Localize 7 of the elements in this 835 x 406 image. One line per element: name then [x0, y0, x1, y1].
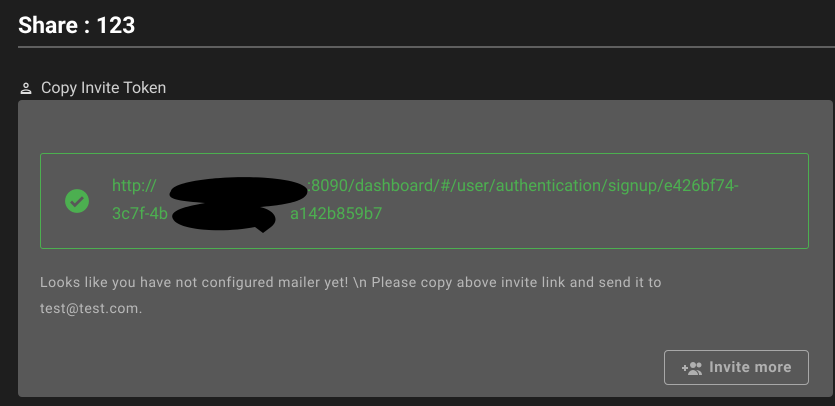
page-title: Share : 123: [18, 12, 136, 40]
section-label: Copy Invite Token: [41, 77, 166, 99]
mailer-warning-text: Looks like you have not configured mailer yet! \n Please copy above invite link and send it to test@test.com.: [40, 274, 663, 319]
person-icon: [18, 80, 34, 96]
add-people-icon: [681, 360, 704, 376]
invite-link[interactable]: http:// :8090/dashboard/#/user/authentication/signup/e426bf74- 3c7f-4b a142b859b7: [112, 173, 739, 229]
check-circle-icon: [64, 188, 90, 214]
